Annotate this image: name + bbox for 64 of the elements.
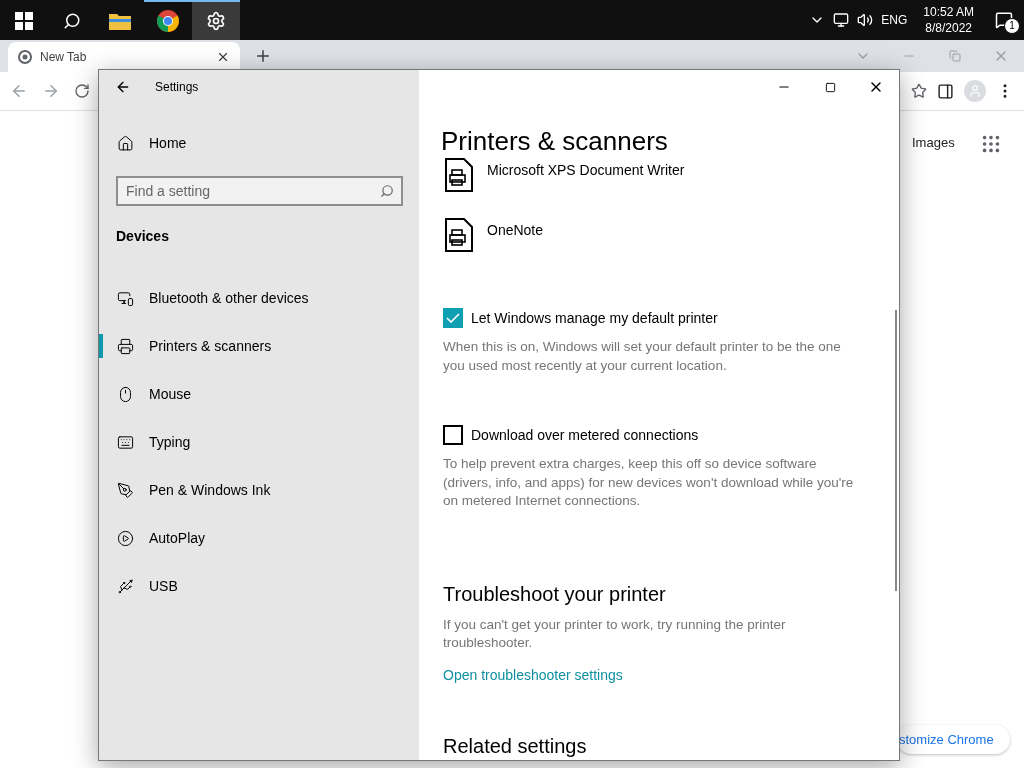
back-icon[interactable] (115, 79, 131, 95)
section-heading: Related settings (442, 734, 588, 758)
section-heading: Troubleshoot your printer (442, 582, 667, 606)
network-icon[interactable] (833, 12, 850, 28)
reload-icon[interactable] (74, 83, 90, 99)
home-icon (117, 134, 134, 152)
nav-item[interactable]: Typing (99, 418, 419, 466)
devices-icon (117, 289, 134, 307)
browser-tab[interactable]: New Tab (8, 42, 240, 72)
mouse-icon (117, 385, 134, 403)
volume-icon[interactable] (857, 12, 874, 28)
new-tab-icon[interactable] (254, 47, 272, 65)
nav-item[interactable]: Mouse (99, 370, 419, 418)
pen-icon (117, 481, 134, 499)
close-icon[interactable] (216, 50, 230, 64)
taskbar-app[interactable] (192, 0, 240, 40)
checkbox[interactable] (443, 308, 463, 328)
checkmark-icon (446, 313, 460, 323)
folder-icon (109, 12, 131, 30)
checkbox-label: Download over metered connections (471, 427, 699, 443)
notification-count: 1 (1004, 18, 1020, 34)
clock[interactable]: 10:52 AM 8/8/2022 (915, 4, 982, 36)
images-link[interactable]: Images (912, 135, 955, 150)
nav-item[interactable]: Printers & scanners (99, 322, 419, 370)
scrollbar[interactable] (895, 310, 897, 591)
checkbox-label: Let Windows manage my default printer (471, 310, 718, 326)
apps-icon[interactable] (980, 133, 1002, 155)
customize-button[interactable]: stomize Chrome (897, 725, 1010, 754)
troubleshooter-link[interactable]: Open troubleshooter settings (443, 666, 877, 683)
printer-document-icon (445, 218, 473, 252)
checkbox[interactable] (443, 425, 463, 445)
nav-item[interactable]: USB (99, 562, 419, 610)
page-heading: Printers & scanners (441, 125, 669, 158)
side-panel-icon[interactable] (937, 82, 954, 100)
home-item[interactable]: Home (99, 119, 419, 167)
keyboard-icon (117, 433, 134, 451)
search-field[interactable]: Find a setting (116, 176, 403, 206)
nav-item[interactable]: Pen & Windows Ink (99, 466, 419, 514)
nav-item[interactable]: AutoPlay (99, 514, 419, 562)
printer-icon (117, 337, 134, 355)
settings-icon (206, 11, 226, 31)
language-indicator[interactable]: ENG (881, 13, 908, 27)
notification-icon (995, 11, 1013, 29)
play-icon (117, 529, 134, 547)
option-description: To help prevent extra charges, keep this off so device software (drivers, info, and apps) for new devices won't download while you're on metered Internet connections. (443, 455, 855, 510)
bookmark-icon[interactable] (911, 83, 927, 99)
notification-button[interactable]: 1 (990, 6, 1018, 34)
printer-document-icon (445, 158, 473, 192)
printer-name[interactable]: OneNote (487, 218, 544, 278)
search-icon (63, 12, 81, 30)
window-title: Settings (155, 80, 199, 94)
nav-item[interactable]: Bluetooth & other devices (99, 274, 419, 322)
troubleshoot-text: If you can't get your printer to work, try running the printer troubleshooter. (443, 615, 787, 652)
forward-icon[interactable] (42, 82, 60, 100)
usb-icon (117, 577, 134, 595)
option-description: When this is on, Windows will set your default printer to be the one you used most recently at your current location. (443, 338, 842, 375)
start-icon (15, 12, 33, 30)
browser-icon (157, 10, 179, 32)
person-icon (968, 84, 982, 98)
browser-icon (18, 50, 32, 64)
printer-name[interactable]: Microsoft XPS Document Writer (487, 158, 685, 218)
maximize-icon[interactable] (824, 81, 836, 93)
search-icon (380, 184, 394, 198)
section-heading: Devices (115, 227, 170, 246)
